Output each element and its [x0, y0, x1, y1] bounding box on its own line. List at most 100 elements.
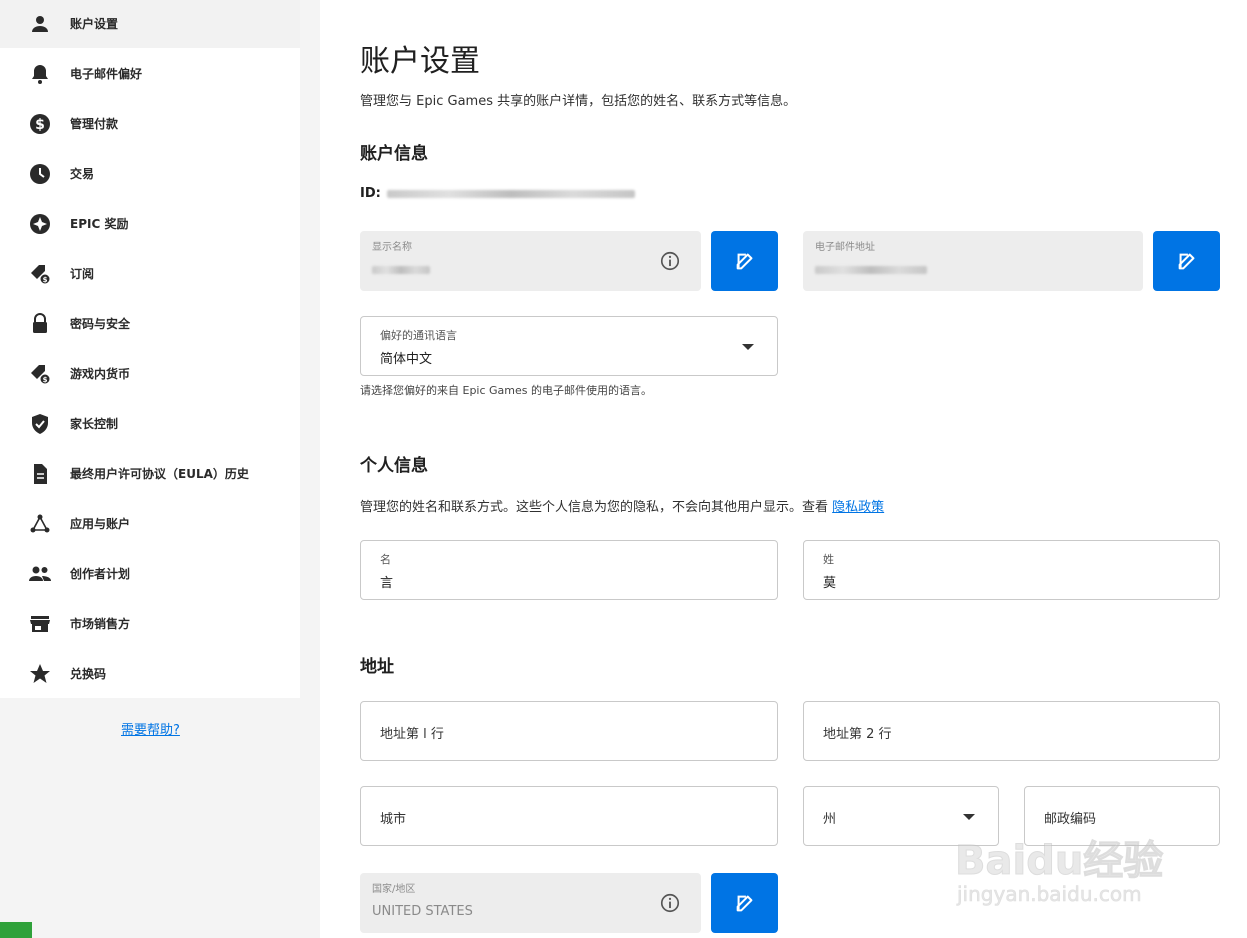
sidebar-item-9[interactable]: 家长控制 — [0, 400, 300, 448]
sidebar-item-label: 电子邮件偏好 — [70, 67, 143, 81]
edit-email-button[interactable] — [1153, 231, 1220, 291]
first-name-label: 名 — [380, 553, 391, 566]
section-title-address: 地址 — [360, 657, 394, 677]
personal-info-description: 管理您的姓名和联系方式。这些个人信息为您的隐私，不会向其他用户显示。查看 隐私政… — [360, 496, 884, 515]
last-name-label: 姓 — [823, 553, 834, 566]
sidebar-item-label: 管理付款 — [70, 117, 119, 131]
sidebar-item-label: 交易 — [70, 167, 95, 181]
country-value: UNITED STATES — [372, 904, 473, 919]
display-name-field: 显示名称 — [360, 231, 701, 291]
language-select[interactable]: 偏好的通讯语言 简体中文 — [360, 316, 778, 376]
chevron-down-icon — [963, 814, 975, 820]
star-icon — [28, 662, 52, 686]
address-line2-placeholder: 地址第 2 行 — [823, 727, 892, 742]
currency-tag-icon: $ — [28, 362, 52, 386]
postal-code-input[interactable]: 邮政编码 — [1024, 786, 1220, 846]
last-name-value: 莫 — [823, 576, 837, 591]
dollar-icon: $ — [28, 112, 52, 136]
sidebar: 账户设置电子邮件偏好 $ 管理付款交易 EPIC 奖励 $ 订阅密码与安全 $ 游戏内货币家长… — [0, 0, 320, 938]
tag-dollar-icon: $ — [28, 262, 52, 286]
country-field: 国家/地区 UNITED STATES — [360, 873, 701, 933]
account-id-label: ID: — [360, 186, 381, 201]
postal-code-placeholder: 邮政编码 — [1044, 812, 1097, 827]
svg-text:$: $ — [35, 117, 45, 133]
clock-icon — [28, 162, 52, 186]
city-placeholder: 城市 — [380, 812, 407, 827]
sidebar-item-label: 创作者计划 — [70, 567, 131, 581]
display-name-value-redacted — [372, 266, 430, 274]
sidebar-item-label: EPIC 奖励 — [70, 217, 129, 231]
info-icon[interactable] — [659, 250, 681, 272]
account-id-value-redacted — [386, 189, 635, 198]
email-value-redacted — [815, 266, 927, 274]
privacy-policy-link[interactable]: 隐私政策 — [832, 500, 884, 515]
svg-text:$: $ — [43, 376, 48, 384]
first-name-field[interactable]: 名 言 — [360, 540, 778, 600]
page-title: 账户设置 — [360, 44, 480, 79]
person-icon — [28, 12, 52, 36]
help-link[interactable]: 需要帮助? — [121, 719, 180, 738]
status-badge — [0, 922, 32, 938]
sidebar-item-7[interactable]: 密码与安全 — [0, 300, 300, 348]
email-label: 电子邮件地址 — [815, 242, 875, 253]
country-label: 国家/地区 — [372, 884, 416, 895]
svg-text:$: $ — [43, 276, 48, 284]
store-icon — [28, 612, 52, 636]
sidebar-item-5[interactable]: EPIC 奖励 — [0, 200, 300, 248]
shield-check-icon — [28, 412, 52, 436]
sidebar-item-2[interactable]: 电子邮件偏好 — [0, 50, 300, 98]
email-field: 电子邮件地址 — [803, 231, 1143, 291]
section-title-account-info: 账户信息 — [360, 144, 428, 164]
edit-icon — [736, 253, 752, 270]
sidebar-item-13[interactable]: 市场销售方 — [0, 600, 300, 648]
section-title-personal-info: 个人信息 — [360, 456, 428, 476]
last-name-field[interactable]: 姓 莫 — [803, 540, 1220, 600]
city-input[interactable]: 城市 — [360, 786, 778, 846]
connections-icon — [28, 512, 52, 536]
display-name-label: 显示名称 — [372, 242, 412, 253]
main-content: 账户设置 管理您与 Epic Games 共享的账户详情，包括您的姓名、联系方式… — [360, 0, 1220, 938]
address-line1-placeholder: 地址第 l 行 — [380, 727, 444, 742]
edit-icon — [736, 895, 752, 912]
edit-country-button[interactable] — [711, 873, 778, 933]
sidebar-item-3[interactable]: $ 管理付款 — [0, 100, 300, 148]
info-icon[interactable] — [659, 892, 681, 914]
sidebar-item-label: 兑换码 — [70, 667, 107, 681]
lock-icon — [28, 312, 52, 336]
address-line2-input[interactable]: 地址第 2 行 — [803, 701, 1220, 761]
page-description: 管理您与 Epic Games 共享的账户详情，包括您的姓名、联系方式等信息。 — [360, 94, 797, 109]
sidebar-item-label: 最终用户许可协议（EULA）历史 — [70, 467, 249, 481]
sidebar-item-12[interactable]: 创作者计划 — [0, 550, 300, 598]
sidebar-item-11[interactable]: 应用与账户 — [0, 500, 300, 548]
document-icon — [28, 462, 52, 486]
state-placeholder: 州 — [823, 812, 837, 827]
language-hint: 请选择您偏好的来自 Epic Games 的电子邮件使用的语言。 — [360, 384, 653, 397]
rewards-icon — [28, 212, 52, 236]
bell-icon — [28, 62, 52, 86]
sidebar-item-label: 游戏内货币 — [70, 367, 131, 381]
sidebar-item-14[interactable]: 兑换码 — [0, 650, 300, 698]
sidebar-item-label: 密码与安全 — [70, 317, 131, 331]
address-line1-input[interactable]: 地址第 l 行 — [360, 701, 778, 761]
sidebar-item-label: 市场销售方 — [70, 617, 131, 631]
sidebar-item-10[interactable]: 最终用户许可协议（EULA）历史 — [0, 450, 300, 498]
sidebar-item-label: 应用与账户 — [70, 517, 131, 531]
chevron-down-icon — [742, 344, 754, 350]
sidebar-item-1[interactable]: 账户设置 — [0, 0, 300, 48]
sidebar-item-label: 账户设置 — [70, 17, 119, 31]
sidebar-item-8[interactable]: $ 游戏内货币 — [0, 350, 300, 398]
language-label: 偏好的通讯语言 — [380, 329, 457, 342]
edit-display-name-button[interactable] — [711, 231, 778, 291]
language-value: 简体中文 — [380, 352, 433, 367]
sidebar-nav: 账户设置电子邮件偏好 $ 管理付款交易 EPIC 奖励 $ 订阅密码与安全 $ 游戏内货币家长… — [0, 0, 300, 698]
first-name-value: 言 — [380, 576, 394, 591]
sidebar-item-6[interactable]: $ 订阅 — [0, 250, 300, 298]
sidebar-item-label: 家长控制 — [70, 417, 119, 431]
sidebar-item-label: 订阅 — [70, 267, 95, 281]
state-select[interactable]: 州 — [803, 786, 999, 846]
personal-info-text: 管理您的姓名和联系方式。这些个人信息为您的隐私，不会向其他用户显示。查看 — [360, 500, 833, 515]
sidebar-item-4[interactable]: 交易 — [0, 150, 300, 198]
people-icon — [28, 562, 52, 586]
account-id: ID: — [360, 186, 635, 201]
edit-icon — [1178, 253, 1194, 270]
